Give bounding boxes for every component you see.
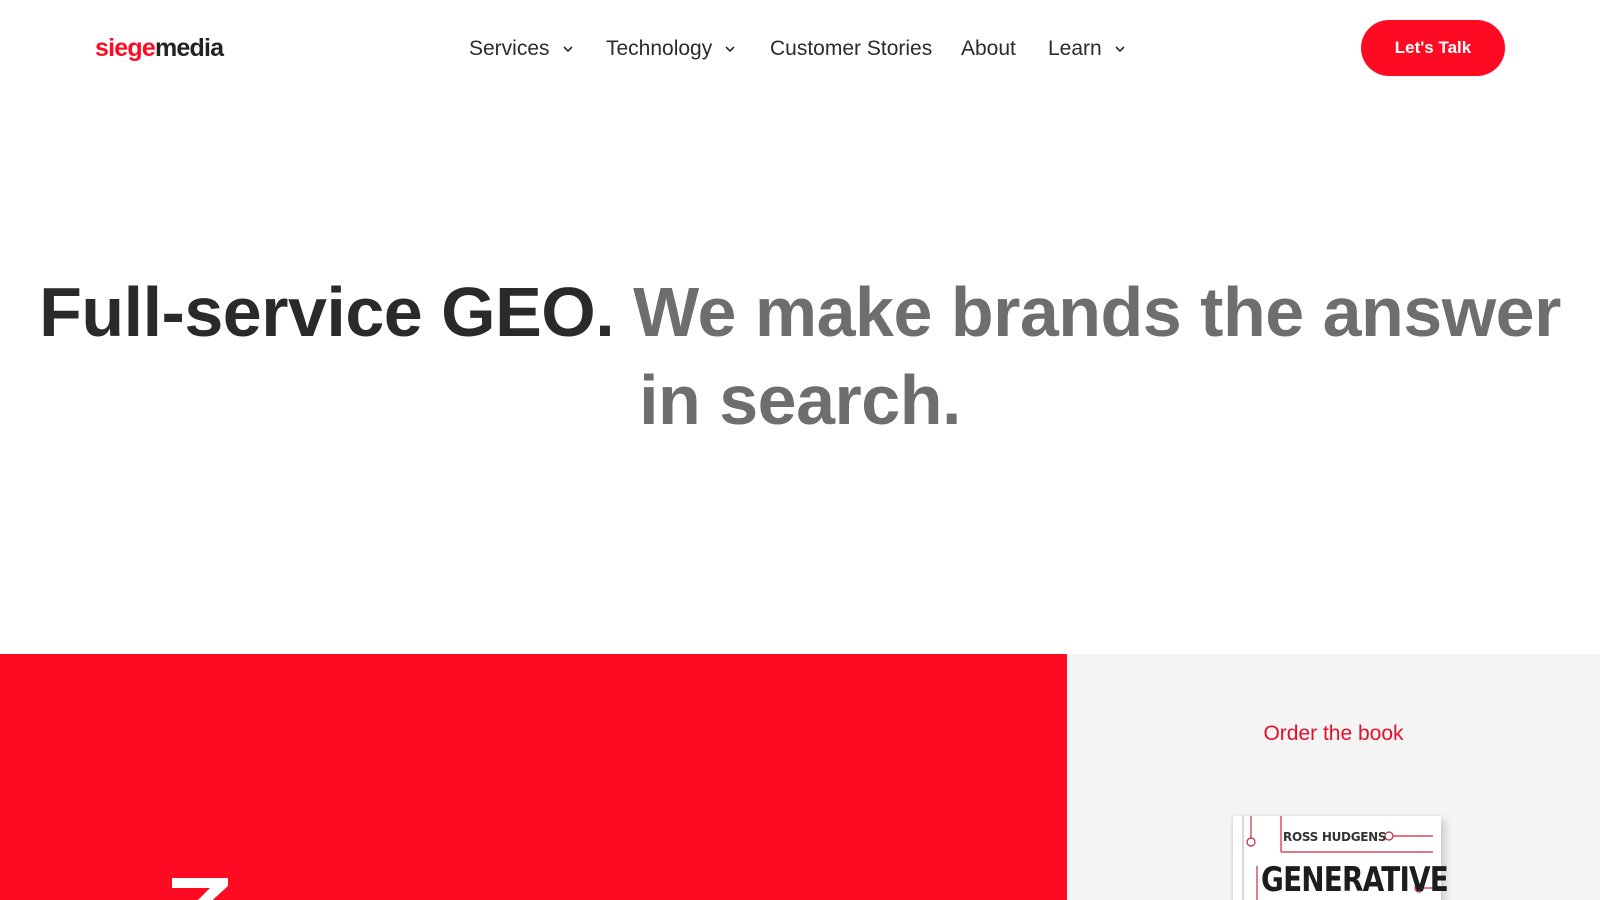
site-header: siegemedia Services Technology Customer …	[0, 0, 1600, 96]
hero-headline-gray: We make brands the answer in search.	[633, 273, 1561, 439]
lets-talk-button[interactable]: Let's Talk	[1361, 20, 1505, 76]
nav-item-customer-stories[interactable]: Customer Stories	[770, 34, 932, 64]
logo-part-media: media	[154, 34, 224, 62]
nav-item-about[interactable]: About	[961, 34, 1016, 64]
book-cover[interactable]: ROSS HUDGENS GENERATIVE	[1233, 816, 1449, 900]
book-title: GENERATIVE	[1261, 860, 1449, 900]
logo-part-siege: siege	[95, 34, 156, 62]
page: siegemedia Services Technology Customer …	[0, 0, 1600, 900]
red-feature-panel	[0, 654, 1067, 900]
nav-item-label: Learn	[1048, 37, 1102, 60]
chevron-down-icon	[725, 46, 735, 53]
hero-headline-dark: Full-service GEO.	[39, 273, 615, 351]
book-author: ROSS HUDGENS	[1283, 830, 1387, 844]
nav-item-label: Technology	[606, 37, 713, 60]
nav-item-label: Services	[469, 37, 550, 60]
chevron-down-icon	[1115, 46, 1125, 53]
stat-number-graphic	[172, 878, 228, 900]
nav-item-label: About	[961, 37, 1016, 60]
nav-item-learn[interactable]: Learn	[1048, 34, 1128, 64]
nav-item-services[interactable]: Services	[469, 34, 576, 64]
siegemedia-logo[interactable]: siegemedia	[95, 33, 224, 63]
order-the-book-link[interactable]: Order the book	[1067, 722, 1600, 746]
book-promo-panel: Order the book ROSS HUDGENS GENERATIVE	[1067, 654, 1600, 900]
chevron-down-icon	[562, 46, 573, 53]
nav-item-technology[interactable]: Technology	[606, 34, 738, 64]
hero-headline: Full-service GEO. We make brands the ans…	[0, 268, 1600, 444]
nav-item-label: Customer Stories	[770, 37, 933, 60]
